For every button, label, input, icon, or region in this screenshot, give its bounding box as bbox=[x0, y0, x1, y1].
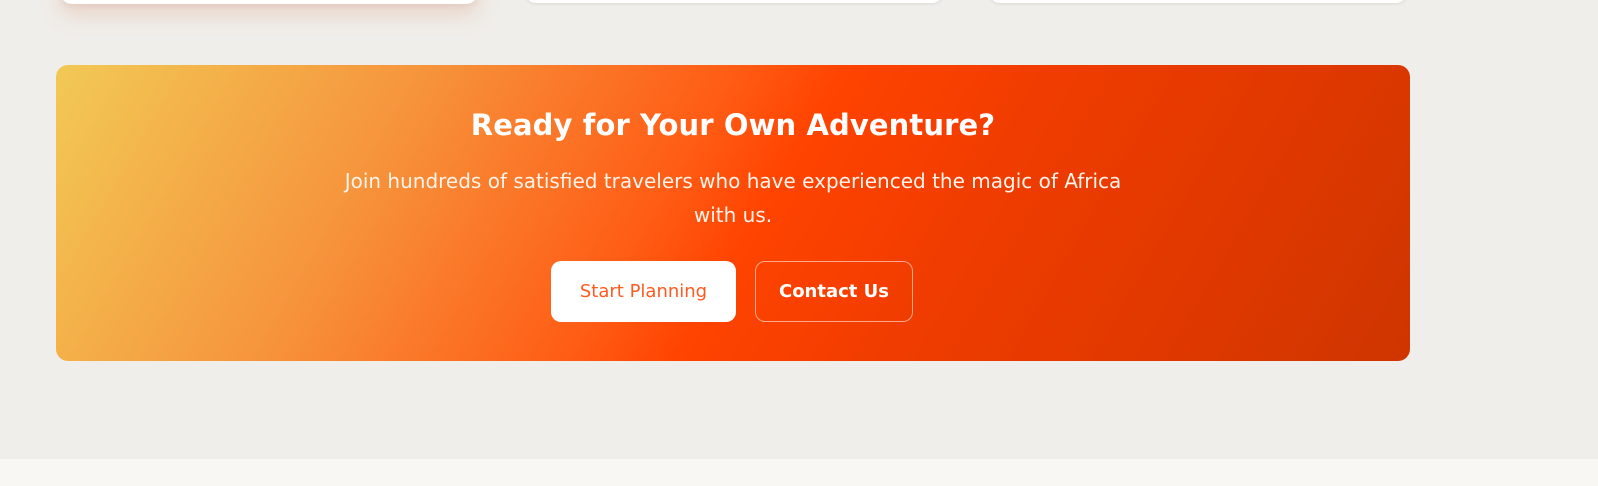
footer-top-edge bbox=[0, 459, 1598, 486]
start-planning-button[interactable]: Start Planning bbox=[551, 261, 736, 322]
testimonial-card-right bbox=[988, 0, 1408, 4]
cta-title: Ready for Your Own Adventure? bbox=[470, 108, 996, 142]
testimonial-card-left bbox=[60, 0, 478, 4]
cta-banner: Ready for Your Own Adventure? Join hundr… bbox=[56, 65, 1410, 361]
testimonial-card-middle bbox=[524, 0, 944, 4]
contact-us-button[interactable]: Contact Us bbox=[755, 261, 913, 322]
cta-subtitle: Join hundreds of satisfied travelers who… bbox=[344, 169, 1122, 227]
